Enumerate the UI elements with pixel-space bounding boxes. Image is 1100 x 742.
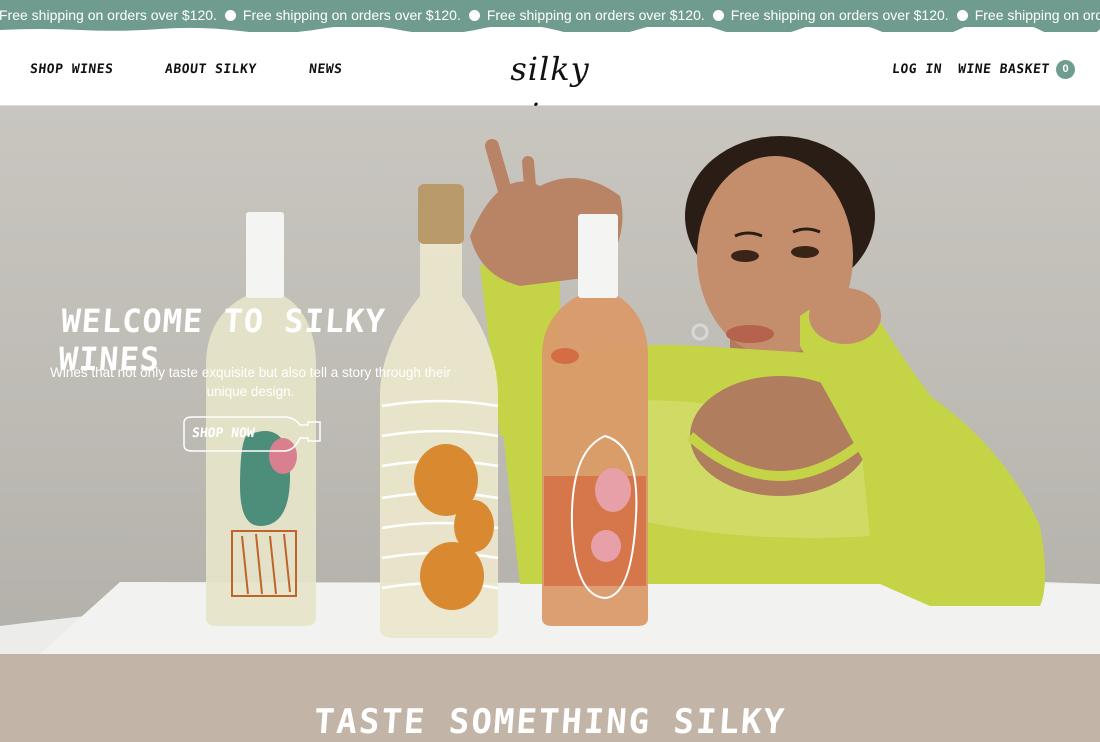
nav-shop-wines[interactable]: SHOP WINES: [29, 62, 114, 77]
primary-nav: SHOP WINES ABOUT SILKY NEWS: [29, 32, 343, 106]
nav-about-silky[interactable]: ABOUT SILKY: [164, 62, 257, 77]
announcement-item: Free shipping on orders over $120.: [487, 0, 731, 30]
announcement-item: Free shipping on orders over $120.: [731, 0, 975, 30]
feature-section: TASTE SOMETHING SILKY: [0, 654, 1100, 742]
announcement-text: Free shipping on orders over $120.: [730, 7, 949, 23]
nav-news[interactable]: NEWS: [308, 62, 343, 77]
announcement-item: Free shipping on orders over $120.: [243, 0, 487, 30]
announcement-track: Free shipping on orders over $120. Free …: [0, 0, 1100, 30]
wine-basket-button[interactable]: WINE BASKET 0: [957, 59, 1075, 79]
announcement-text: Free shipping on orders over $120.: [0, 7, 217, 23]
bullet-dot-icon: [468, 9, 480, 21]
login-link[interactable]: LOG IN: [892, 62, 944, 77]
site-header: SHOP WINES ABOUT SILKY NEWS silky wines …: [0, 32, 1100, 134]
section-title: TASTE SOMETHING SILKY: [312, 702, 788, 742]
bullet-dot-icon: [224, 9, 236, 21]
announcement-bar: Free shipping on orders over $120. Free …: [0, 0, 1100, 32]
site-logo[interactable]: silky wines: [462, 46, 638, 134]
announcement-text: Free shipping on orders over $120.: [974, 7, 1100, 23]
announcement-item: Free shipping on orders over $120.: [975, 0, 1100, 30]
shop-now-button[interactable]: SHOP NOW: [180, 415, 322, 453]
announcement-text: Free shipping on orders over $120.: [242, 7, 461, 23]
hero-banner: WELCOME TO SILKY WINES Wines that not on…: [0, 106, 1100, 654]
shop-now-label: SHOP NOW: [191, 426, 256, 441]
bullet-dot-icon: [956, 9, 968, 21]
bullet-dot-icon: [712, 9, 724, 21]
account-nav: LOG IN WINE BASKET 0: [892, 32, 1075, 106]
announcement-text: Free shipping on orders over $120.: [486, 7, 705, 23]
basket-count-badge: 0: [1056, 59, 1075, 79]
wine-basket-label: WINE BASKET: [957, 61, 1051, 77]
announcement-item: Free shipping on orders over $120.: [0, 0, 243, 30]
hero-subtitle: Wines that not only taste exquisite but …: [50, 365, 451, 399]
